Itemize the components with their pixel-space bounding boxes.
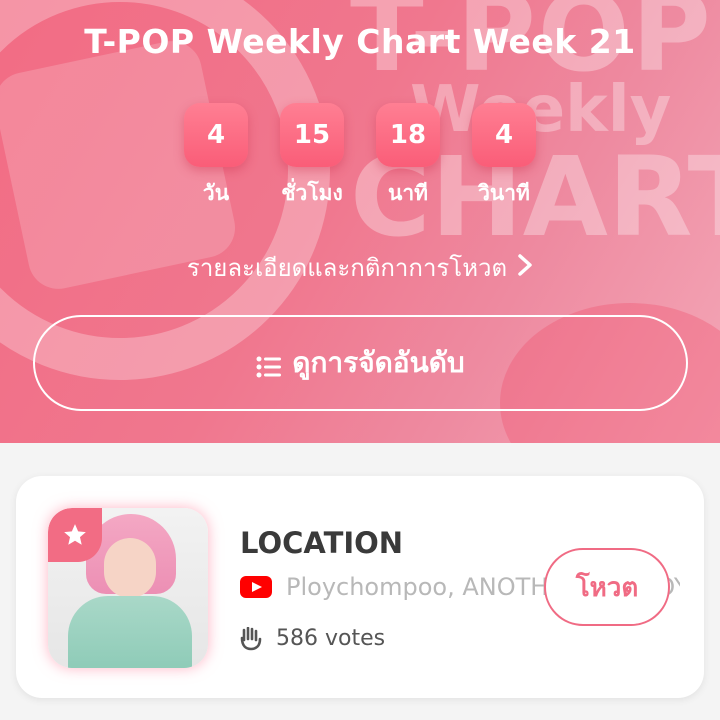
thumbnail-art-face (104, 538, 156, 598)
countdown-minutes-value: 18 (376, 103, 440, 167)
chevron-right-icon (517, 253, 533, 283)
countdown-timer: 4 วัน 15 ชั่วโมง 18 นาที 4 วินาที (0, 103, 720, 210)
countdown-minutes-label: นาที (388, 181, 428, 205)
vote-count: 586 votes (276, 626, 386, 651)
youtube-icon (240, 576, 272, 598)
song-card[interactable]: LOCATION Ploychompoo, ANOTHER SKY BOY-U … (16, 476, 704, 698)
countdown-days-value: 4 (184, 103, 248, 167)
vote-button[interactable]: โหวต (544, 548, 670, 626)
countdown-hours-value: 15 (280, 103, 344, 167)
votes-row: 586 votes (240, 626, 385, 651)
song-thumbnail (48, 508, 208, 668)
countdown-hours: 15 ชั่วโมง (280, 103, 344, 210)
voting-rules-label: รายละเอียดและกติกาการโหวต (186, 254, 508, 282)
countdown-minutes: 18 นาที (376, 103, 440, 210)
thumbnail-art-jacket (68, 596, 192, 668)
view-ranking-button[interactable]: ดูการจัดอันดับ (33, 315, 688, 411)
countdown-seconds-value: 4 (472, 103, 536, 167)
page-title: T-POP Weekly Chart Week 21 (84, 22, 636, 61)
list-icon (256, 352, 282, 378)
countdown-days: 4 วัน (184, 103, 248, 210)
star-icon (48, 508, 102, 562)
voting-rules-link[interactable]: รายละเอียดและกติกาการโหวต (0, 248, 720, 287)
countdown-days-label: วัน (202, 181, 230, 205)
countdown-seconds: 4 วินาที (472, 103, 536, 210)
hand-vote-icon (240, 626, 262, 651)
countdown-hours-label: ชั่วโมง (281, 181, 343, 205)
countdown-seconds-label: วินาที (478, 181, 530, 205)
view-ranking-label: ดูการจัดอันดับ (292, 346, 465, 379)
hero-banner: T-POP Weekly CHART T-POP Weekly Chart We… (0, 0, 720, 443)
song-title: LOCATION (240, 526, 404, 560)
